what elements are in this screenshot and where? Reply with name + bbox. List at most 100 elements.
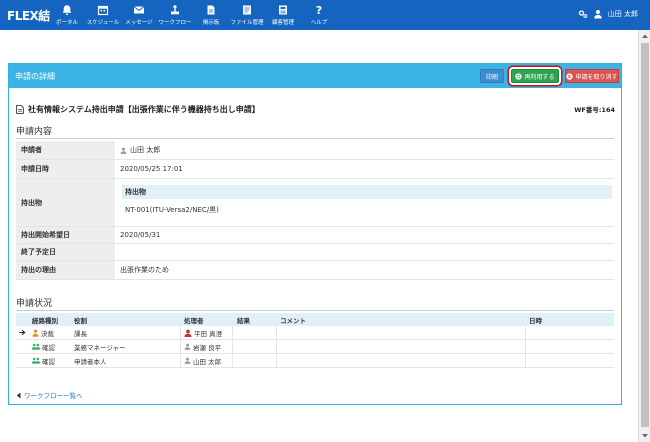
row-label: 終了予定日 — [16, 244, 115, 260]
withdraw-button-label: 申請を取り消す — [575, 73, 618, 81]
nav-files[interactable]: ファイル管理 — [229, 0, 265, 30]
caret-left-icon — [16, 392, 21, 398]
route-type: 確認 — [42, 343, 55, 352]
person-icon — [184, 357, 191, 364]
recycle-icon — [515, 72, 523, 80]
handler-cell: 岩瀬 良平 — [184, 340, 221, 353]
row-label: 持出の理由 — [16, 261, 115, 279]
envelope-icon — [133, 6, 145, 14]
calendar-icon — [97, 5, 109, 16]
group-icon — [32, 357, 40, 364]
nav-schedule[interactable]: スケジュール — [85, 0, 121, 30]
nav-help-label: ヘルプ — [310, 20, 328, 26]
help-icon: ? — [316, 4, 322, 16]
scroll-down-icon[interactable] — [639, 430, 650, 442]
nav-workflow-label: ワークフロー — [158, 20, 192, 26]
back-to-workflow-list-link[interactable]: ワークフロー一覧へ — [16, 390, 83, 400]
route-type: 確認 — [42, 357, 55, 366]
row-label: 持出物 — [16, 179, 115, 226]
table-row: 確認 申請者本人 山田 太郎 — [16, 354, 614, 368]
nav-customers-label: 顧客管理 — [271, 20, 294, 26]
nav-board-label: 掲示板 — [202, 20, 220, 26]
cancel-icon — [566, 72, 574, 80]
nav-workflow[interactable]: ワークフロー — [157, 0, 193, 30]
request-detail-panel: 申請の詳細 印刷 再利用する 申請を取り消す 社有情報システム持出申請【出張作業… — [8, 63, 622, 405]
row-value: 山田 太郎 — [130, 146, 161, 154]
bell-icon — [62, 5, 72, 15]
app-logo[interactable]: FLEX結 — [7, 7, 50, 24]
user-icon — [593, 10, 602, 19]
main-nav: ポータル スケジュール メッセージ ワークフロー 掲示板 ファイル管理 顧客管理… — [49, 0, 337, 30]
gear-icon[interactable] — [578, 9, 588, 19]
route-type-cell: 決裁 — [32, 326, 54, 339]
items-subvalue: NT-001(ITU-Versa2/NEC/黒) — [125, 206, 219, 214]
wf-number: WF番号:164 — [574, 106, 615, 114]
handler-name: 平田 真澄 — [194, 329, 223, 338]
col-comment: コメント — [280, 316, 306, 325]
board-icon — [207, 5, 215, 15]
row-value: 2020/05/31 — [120, 231, 161, 239]
route-type-cell: 確認 — [32, 354, 55, 367]
top-nav-bar: FLEX結 ポータル スケジュール メッセージ ワークフロー 掲示板 ファイル管… — [0, 0, 650, 30]
row-items: 持出物 持出物 NT-001(ITU-Versa2/NEC/黒) — [16, 179, 614, 227]
divider — [16, 138, 614, 139]
table-row: 決裁 課長 平田 真澄 — [16, 326, 614, 340]
items-subheader: 持出物 — [122, 185, 612, 199]
row-value: 出張作業のため — [120, 266, 169, 274]
handler-cell: 平田 真澄 — [184, 326, 222, 339]
handler-cell: 山田 太郎 — [184, 354, 221, 367]
scroll-up-icon[interactable] — [639, 30, 650, 42]
items-subtable: 持出物 NT-001(ITU-Versa2/NEC/黒) — [122, 185, 612, 221]
approver-icon — [32, 329, 39, 337]
back-link-label: ワークフロー一覧へ — [24, 392, 83, 400]
person-icon — [120, 147, 127, 154]
withdraw-button[interactable]: 申請を取り消す — [565, 69, 619, 83]
nav-customers[interactable]: 顧客管理 — [265, 0, 301, 30]
user-name[interactable]: 山田 太郎 — [608, 9, 638, 19]
row-label: 申請日時 — [16, 160, 115, 178]
role-cell: 課長 — [74, 329, 87, 338]
workflow-icon — [171, 5, 179, 15]
row-end-date: 終了予定日 — [16, 244, 614, 261]
reuse-button-label: 再利用する — [524, 73, 555, 81]
folder-icon — [243, 5, 251, 15]
applicant-value: 山田 太郎 — [120, 141, 160, 159]
application-section-title: 申請内容 — [16, 127, 53, 137]
row-value: 2020/05/25 17:01 — [120, 165, 183, 173]
route-type-cell: 確認 — [32, 340, 55, 353]
group-icon — [32, 343, 40, 350]
reuse-button[interactable]: 再利用する — [511, 69, 559, 83]
vertical-scrollbar[interactable] — [638, 30, 650, 442]
nav-help[interactable]: ? ヘルプ — [301, 0, 337, 30]
col-datetime: 日時 — [529, 316, 542, 325]
status-table-header: 経路種別 役割 処理者 結果 コメント 日時 — [16, 313, 614, 326]
customer-icon — [279, 5, 287, 15]
row-start-date: 持出開始希望日 2020/05/31 — [16, 227, 614, 244]
handler-name: 山田 太郎 — [193, 357, 222, 366]
handler-name: 岩瀬 良平 — [193, 343, 222, 352]
print-button[interactable]: 印刷 — [480, 69, 504, 83]
person-icon — [184, 343, 191, 350]
document-title: 社有情報システム持出申請【出張作業に伴う機器持ち出し申請】 — [16, 104, 260, 115]
nav-board[interactable]: 掲示板 — [193, 0, 229, 30]
route-type: 決裁 — [41, 329, 54, 338]
current-arrow-icon — [19, 326, 26, 339]
row-reason: 持出の理由 出張作業のため — [16, 261, 614, 280]
row-label: 持出開始希望日 — [16, 227, 115, 243]
nav-message[interactable]: メッセージ — [121, 0, 157, 30]
panel-title: 申請の詳細 — [15, 72, 55, 81]
nav-schedule-label: スケジュール — [86, 20, 120, 26]
user-area: 山田 太郎 — [578, 9, 638, 19]
scrollbar-thumb[interactable] — [641, 43, 649, 427]
row-applicant: 申請者 山田 太郎 — [16, 141, 614, 160]
col-handler: 処理者 — [184, 316, 204, 325]
svg-text:?: ? — [316, 4, 322, 16]
nav-portal[interactable]: ポータル — [49, 0, 85, 30]
col-role: 役割 — [74, 316, 87, 325]
role-cell: 申請者本人 — [74, 357, 107, 366]
row-date: 申請日時 2020/05/25 17:01 — [16, 160, 614, 179]
role-cell: 業務マネージャー — [74, 343, 126, 352]
divider — [16, 310, 614, 311]
document-icon — [16, 105, 24, 114]
main-content: 申請の詳細 印刷 再利用する 申請を取り消す 社有情報システム持出申請【出張作業… — [0, 30, 638, 442]
